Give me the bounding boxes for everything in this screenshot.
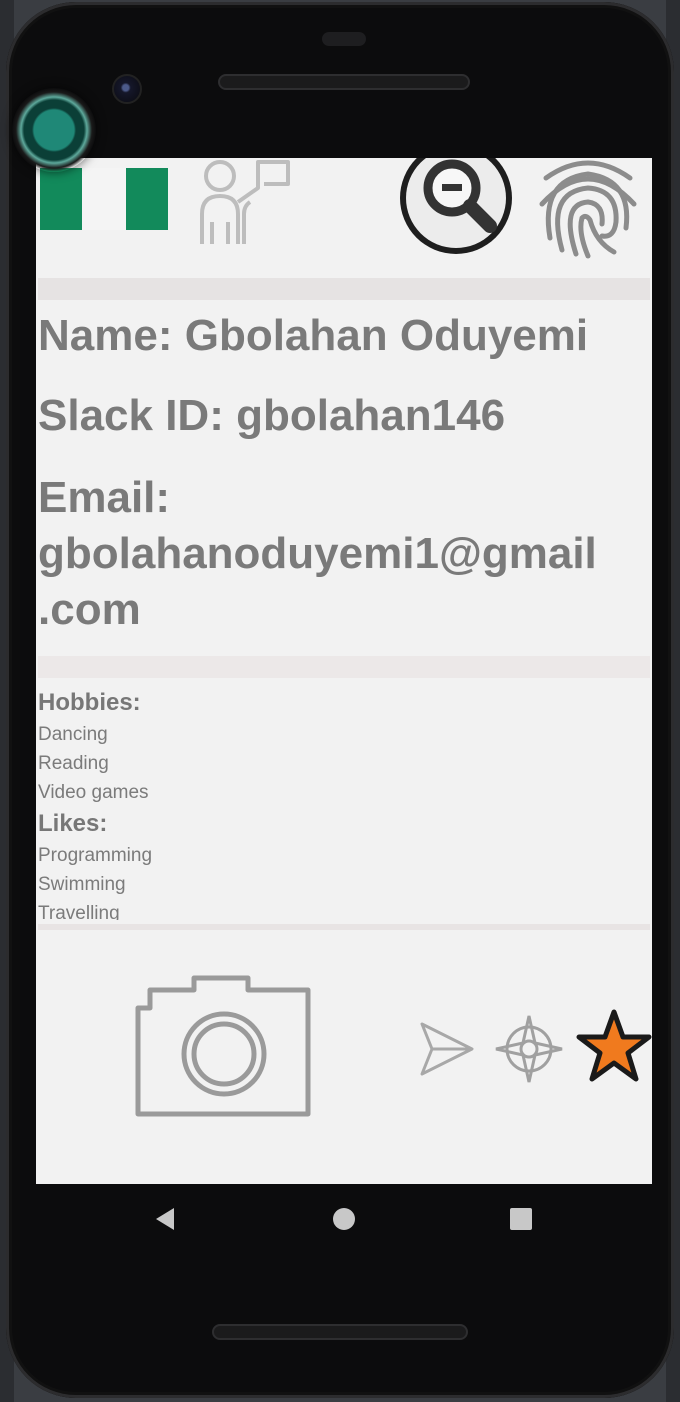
- earpiece-notch: [322, 32, 366, 46]
- phone-frame: Name: Gbolahan Oduyemi Slack ID: gbolaha…: [6, 2, 674, 1398]
- compass-icon[interactable]: [494, 1014, 564, 1084]
- list-item: Travelling: [38, 903, 120, 920]
- front-camera-lens: [112, 74, 142, 104]
- list-item: Dancing: [38, 724, 108, 745]
- send-icon[interactable]: [418, 1020, 476, 1078]
- home-icon[interactable]: [332, 1207, 356, 1231]
- email-label: Email:: [38, 473, 171, 522]
- app-screen: Name: Gbolahan Oduyemi Slack ID: gbolaha…: [36, 158, 652, 1184]
- people-icon[interactable]: [188, 158, 292, 248]
- recents-icon[interactable]: [510, 1208, 532, 1230]
- info-divider: [38, 656, 650, 678]
- list-item: Programming: [38, 845, 153, 866]
- list-item: Video games: [38, 782, 149, 803]
- fingerprint-icon[interactable]: [536, 158, 640, 260]
- footer-divider: [38, 924, 650, 930]
- email-address: gbolahanoduyemi1@gmail: [38, 529, 597, 578]
- zoom-out-icon[interactable]: [398, 158, 520, 262]
- slack-id-text: Slack ID: gbolahan146: [38, 391, 506, 440]
- email-address-end: .com: [38, 585, 141, 634]
- list-item: Reading: [38, 753, 109, 774]
- nigeria-flag-icon: [40, 168, 168, 230]
- header-divider: [38, 278, 650, 300]
- likes-title: Likes:: [38, 810, 108, 837]
- hobbies-likes-scroll[interactable]: Hobbies: Dancing Reading Video games Lik…: [38, 686, 638, 920]
- name-text: Name: Gbolahan Oduyemi: [38, 311, 589, 360]
- back-icon[interactable]: [152, 1206, 178, 1232]
- bottom-speaker-grille: [212, 1324, 468, 1340]
- list-item: Swimming: [38, 874, 126, 895]
- floating-record-button[interactable]: [12, 88, 96, 172]
- hobbies-title: Hobbies:: [38, 689, 141, 716]
- top-speaker-grille: [218, 74, 470, 90]
- star-icon[interactable]: [576, 1008, 652, 1084]
- camera-icon[interactable]: [132, 972, 316, 1120]
